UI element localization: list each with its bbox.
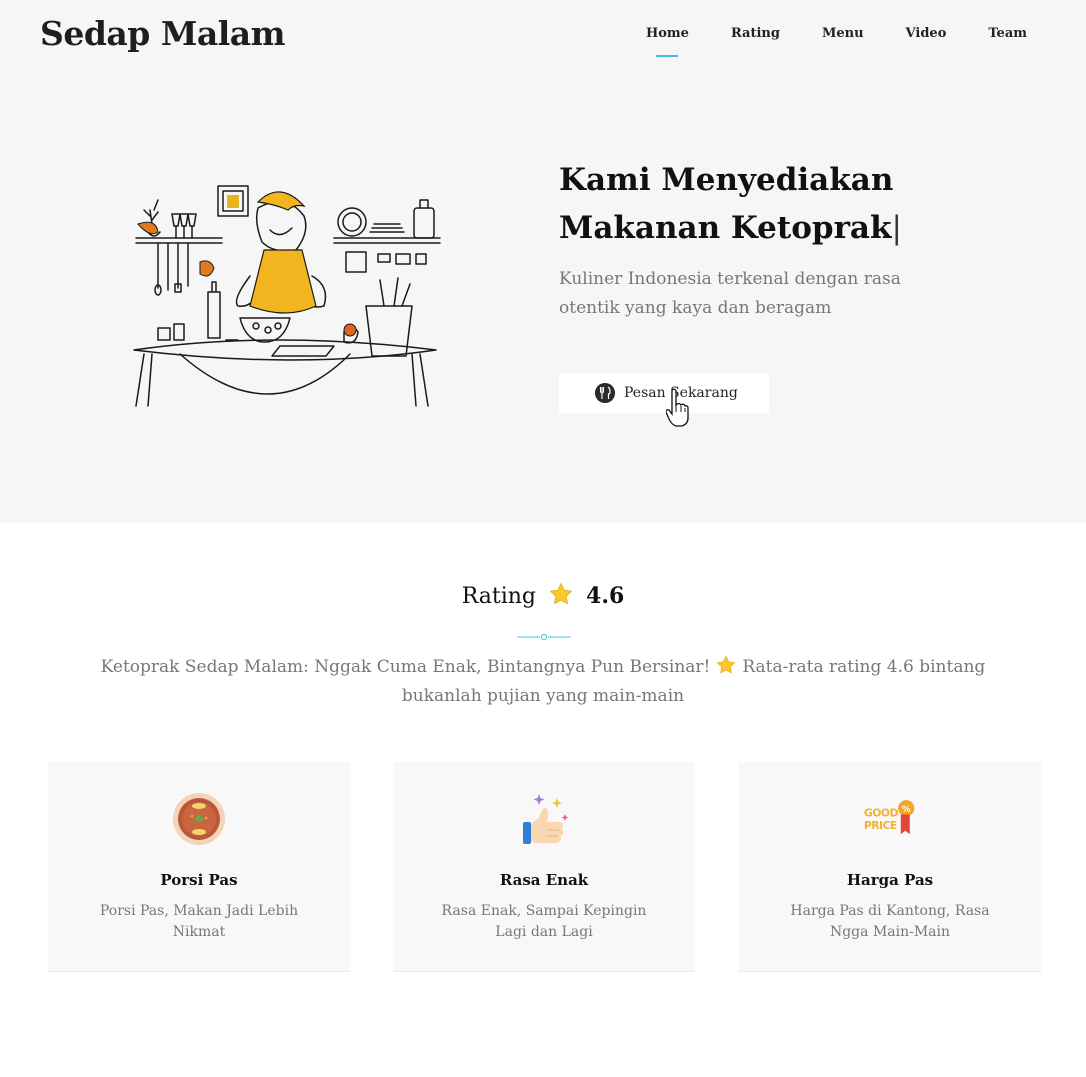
hero-title-line-2-text: Makanan Ketoprak — [559, 210, 892, 246]
section-divider — [517, 633, 571, 641]
feature-card-title: Harga Pas — [846, 871, 934, 889]
nav-item-video[interactable]: Video — [885, 26, 968, 41]
feature-card-description: Harga Pas di Kantong, Rasa Ngga Main-Mai… — [790, 903, 990, 940]
hand-pointer-icon — [666, 388, 689, 427]
price-badge-mark: % — [902, 805, 911, 815]
rating-value: 4.6 — [586, 583, 625, 609]
feature-card-title: Rasa Enak — [499, 871, 589, 889]
hero-title: Kami Menyediakan Makanan Ketoprak| — [559, 156, 1019, 252]
nav-item-rating[interactable]: Rating — [710, 26, 801, 41]
nav-item-home[interactable]: Home — [625, 26, 710, 57]
feature-card-description: Rasa Enak, Sampai Kepingin Lagi dan Lagi — [441, 903, 647, 940]
order-now-button[interactable]: Pesan Sekarang — [559, 373, 769, 413]
rating-description: Ketoprak Sedap Malam: Nggak Cuma Enak, B… — [90, 653, 996, 711]
nav-item-menu[interactable]: Menu — [801, 26, 885, 41]
hero-subtitle: Kuliner Indonesia terkenal dengan rasa o… — [559, 269, 901, 318]
bowl-icon — [173, 793, 225, 845]
brand-logo[interactable]: Sedap Malam — [40, 14, 286, 53]
hero-title-line-1: Kami Menyediakan — [559, 162, 894, 198]
price-badge-line-1: GOOD — [864, 806, 899, 819]
typing-caret: | — [891, 210, 902, 246]
rating-description-part-1: Ketoprak Sedap Malam: Nggak Cuma Enak, B… — [100, 657, 711, 677]
feature-card-taste: Rasa Enak Rasa Enak, Sampai Kepingin Lag… — [393, 762, 695, 972]
feature-card-price: % GOOD PRICE Harga Pas Harga Pas di Kant… — [739, 762, 1041, 972]
feature-card-title: Porsi Pas — [160, 871, 238, 889]
hero-title-line-2: Makanan Ketoprak| — [559, 204, 1019, 252]
good-price-icon: % GOOD PRICE — [864, 800, 915, 835]
star-icon — [717, 655, 736, 674]
rating-heading: Rating 4.6 — [0, 582, 1086, 609]
utensils-icon — [595, 383, 615, 403]
chef-cooking-illustration — [133, 185, 441, 407]
price-badge-line-2: PRICE — [864, 819, 897, 832]
nav-item-team[interactable]: Team — [967, 26, 1046, 41]
star-icon — [550, 583, 572, 604]
feature-card-portion: Porsi Pas Porsi Pas, Makan Jadi Lebih Ni… — [48, 762, 350, 972]
thumbs-up-icon — [523, 794, 569, 844]
main-nav: Home Rating Menu Video Team — [625, 26, 1046, 57]
feature-card-description: Porsi Pas, Makan Jadi Lebih Nikmat — [99, 903, 299, 940]
rating-heading-label: Rating — [461, 584, 537, 609]
